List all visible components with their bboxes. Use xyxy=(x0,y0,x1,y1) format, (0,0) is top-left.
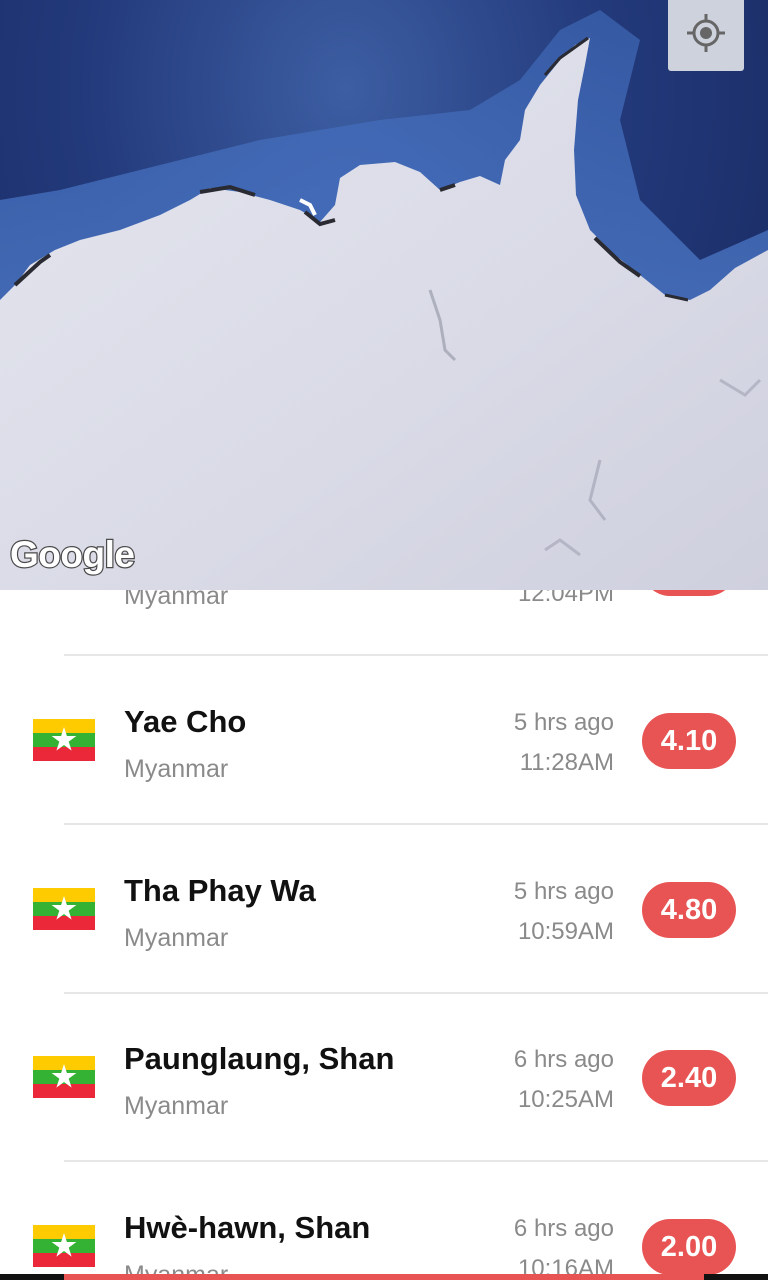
country-label: Myanmar xyxy=(124,1092,229,1120)
relative-time: 6 hrs ago xyxy=(513,1046,614,1073)
quake-time: 12:04PM xyxy=(517,590,614,607)
place-name: Hwè-hawn, Shan xyxy=(124,1210,371,1245)
crosshair-icon xyxy=(684,11,728,60)
list-item[interactable]: Yae Cho Myanmar 5 hrs ago 11:28AM 4.10 xyxy=(0,657,768,825)
my-location-button[interactable] xyxy=(668,0,744,71)
country-label: Myanmar xyxy=(124,924,229,952)
divider xyxy=(64,1160,768,1162)
quake-time: 11:28AM xyxy=(519,749,614,776)
divider xyxy=(64,654,768,656)
scroll-accent-bar xyxy=(64,1274,704,1280)
google-attribution-logo: Google xyxy=(9,533,136,576)
magnitude-badge: 4.10 xyxy=(642,713,736,769)
place-name: Tha Phay Wa xyxy=(124,873,316,908)
quake-time: 10:59AM xyxy=(517,918,614,945)
flag-icon xyxy=(33,888,95,930)
relative-time: 6 hrs ago xyxy=(513,1215,614,1242)
divider xyxy=(64,823,768,825)
satellite-terrain xyxy=(0,10,768,590)
earthquake-list[interactable]: Myanmar 12:04PM Yae Cho Myanmar 5 hrs ag… xyxy=(0,590,768,1280)
quake-time: 10:25AM xyxy=(517,1086,614,1113)
magnitude-badge: 2.00 xyxy=(642,1219,736,1275)
list-item[interactable]: Hwè-hawn, Shan Myanmar 6 hrs ago 10:16AM… xyxy=(0,1163,768,1280)
magnitude-badge xyxy=(642,590,736,596)
country-label: Myanmar xyxy=(124,590,229,610)
flag-icon xyxy=(33,1225,95,1267)
flag-icon xyxy=(33,719,95,761)
flag-icon xyxy=(33,1056,95,1098)
magnitude-badge: 2.40 xyxy=(642,1050,736,1106)
relative-time: 5 hrs ago xyxy=(513,878,614,905)
list-item[interactable]: Myanmar 12:04PM xyxy=(0,590,768,656)
map-view[interactable]: Google xyxy=(0,0,768,590)
list-item[interactable]: Paunglaung, Shan Myanmar 6 hrs ago 10:25… xyxy=(0,994,768,1162)
country-label: Myanmar xyxy=(124,755,229,783)
relative-time: 5 hrs ago xyxy=(513,709,614,736)
list-item[interactable]: Tha Phay Wa Myanmar 5 hrs ago 10:59AM 4.… xyxy=(0,826,768,994)
place-name: Paunglaung, Shan xyxy=(124,1041,395,1076)
magnitude-badge: 4.80 xyxy=(642,882,736,938)
bottom-edge-bar xyxy=(0,1274,768,1280)
place-name: Yae Cho xyxy=(124,704,247,739)
